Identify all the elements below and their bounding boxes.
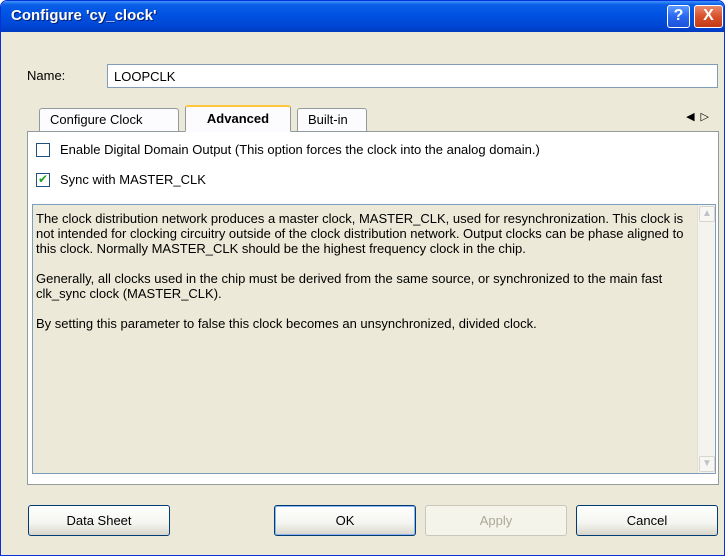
tab-built-in[interactable]: Built-in bbox=[297, 108, 367, 132]
name-input[interactable] bbox=[107, 64, 718, 88]
window-title: Configure 'cy_clock' bbox=[11, 7, 157, 24]
sync-master-checkbox[interactable]: ✔ bbox=[36, 171, 50, 187]
tab-configure-clock[interactable]: Configure Clock bbox=[39, 108, 179, 132]
name-label: Name: bbox=[27, 68, 66, 83]
close-button[interactable]: X bbox=[694, 5, 723, 28]
sync-master-label: Sync with MASTER_CLK bbox=[60, 172, 206, 187]
advanced-tab-panel: Enable Digital Domain Output (This optio… bbox=[27, 132, 719, 485]
help-button[interactable]: ? bbox=[667, 5, 690, 28]
tab-advanced[interactable]: Advanced bbox=[185, 105, 291, 132]
description-paragraph: The clock distribution network produces … bbox=[36, 211, 684, 256]
close-icon: X bbox=[703, 7, 714, 24]
tab-scroll-arrows[interactable]: ◀▷ bbox=[686, 110, 715, 123]
help-icon: ? bbox=[673, 7, 684, 24]
enable-digital-option[interactable]: Enable Digital Domain Output (This optio… bbox=[36, 142, 540, 157]
cancel-button[interactable]: Cancel bbox=[576, 505, 718, 536]
vertical-scrollbar[interactable]: ▲ ▼ bbox=[697, 205, 715, 473]
description-text: The clock distribution network produces … bbox=[36, 211, 692, 346]
configure-dialog: Configure 'cy_clock' ? X Name: Configure… bbox=[0, 0, 725, 556]
ok-button[interactable]: OK bbox=[274, 505, 416, 536]
description-paragraph: By setting this parameter to false this … bbox=[36, 316, 537, 331]
apply-button[interactable]: Apply bbox=[425, 505, 567, 536]
tab-strip: Configure Clock Built-in Advanced ◀▷ bbox=[27, 105, 719, 132]
enable-digital-checkbox[interactable] bbox=[36, 142, 50, 157]
description-paragraph: Generally, all clocks used in the chip m… bbox=[36, 271, 663, 301]
title-bar: Configure 'cy_clock' ? X bbox=[1, 1, 724, 32]
scroll-up-icon[interactable]: ▲ bbox=[699, 206, 715, 222]
data-sheet-button[interactable]: Data Sheet bbox=[28, 505, 170, 536]
enable-digital-label: Enable Digital Domain Output (This optio… bbox=[60, 142, 540, 157]
sync-master-option[interactable]: ✔ Sync with MASTER_CLK bbox=[36, 172, 206, 187]
scroll-down-icon[interactable]: ▼ bbox=[699, 456, 715, 472]
checkmark-icon: ✔ bbox=[38, 171, 49, 186]
description-box[interactable]: The clock distribution network produces … bbox=[32, 204, 716, 474]
